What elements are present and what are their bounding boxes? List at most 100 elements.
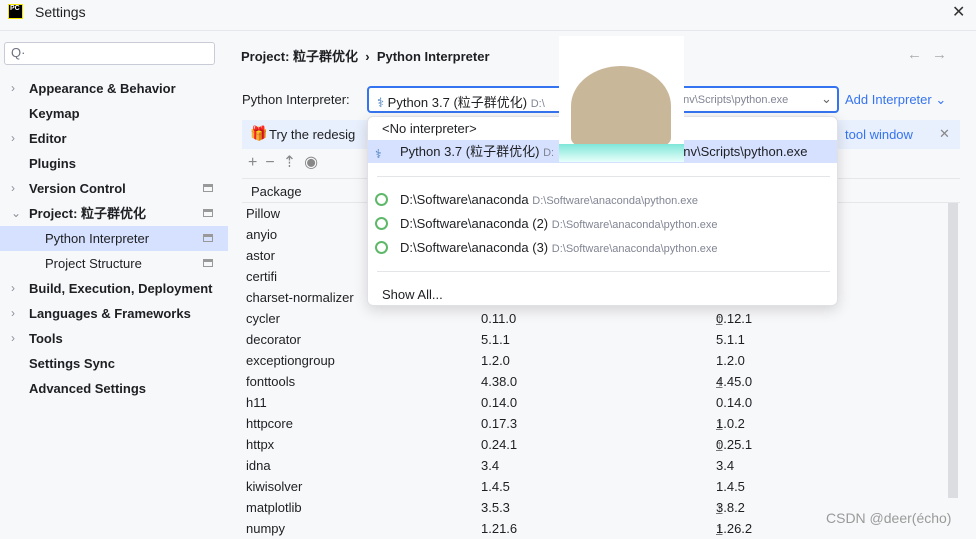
latest-version: 1.4.5 — [716, 479, 745, 494]
add-interpreter-label: Add Interpreter — [845, 92, 932, 107]
sidebar-item-label: Appearance & Behavior — [29, 81, 176, 96]
package-name: exceptiongroup — [246, 353, 335, 368]
close-icon[interactable]: ✕ — [952, 2, 965, 22]
settings-search-input[interactable]: Q· — [4, 42, 215, 65]
chevron-icon: › — [11, 306, 15, 320]
breadcrumb: Project: 粒子群优化 › Python Interpreter — [241, 46, 490, 65]
package-name: anyio — [246, 227, 278, 242]
sidebar-item[interactable]: Settings Sync — [0, 351, 228, 376]
remove-icon[interactable]: − — [265, 154, 282, 171]
project-scope-icon — [203, 209, 213, 217]
package-name: fonttools — [246, 374, 296, 389]
show-all-option[interactable]: Show All... — [368, 283, 837, 306]
sidebar-item[interactable]: › Version Control — [0, 176, 228, 201]
package-name: charset-normalizer — [246, 290, 354, 305]
latest-version: 3.4 — [716, 458, 735, 473]
project-scope-icon — [203, 184, 213, 192]
table-row[interactable]: fonttools 4.38.0 ↑ 4.45.0 — [242, 371, 960, 392]
loading-ring-icon — [375, 217, 388, 230]
sidebar-item-label: Tools — [29, 331, 63, 346]
latest-version: 4.45.0 — [716, 374, 753, 389]
option-path: D:\Software\anaconda\python.exe — [551, 243, 718, 255]
latest-version: 0.14.0 — [716, 395, 753, 410]
upgrade-icon[interactable]: ⇡ — [283, 154, 304, 171]
add-interpreter-button[interactable]: Add Interpreter ⌄ — [845, 92, 946, 108]
sidebar-item-label: Build, Execution, Deployment — [29, 281, 213, 296]
table-row[interactable]: exceptiongroup 1.2.0 1.2.0 — [242, 350, 960, 371]
divider — [377, 176, 830, 177]
sidebar-item[interactable]: › Editor — [0, 126, 228, 151]
add-icon[interactable]: + — [248, 154, 265, 171]
sidebar-item[interactable]: › Languages & Frameworks — [0, 301, 228, 326]
table-row[interactable]: cycler 0.11.0 ↑ 0.12.1 — [242, 308, 960, 329]
sidebar-item-label: Project: 粒子群优化 — [29, 206, 147, 221]
table-row[interactable]: decorator 5.1.1 5.1.1 — [242, 329, 960, 350]
project-scope-icon — [203, 234, 213, 242]
sidebar-item-label: Advanced Settings — [29, 381, 147, 396]
latest-version: 0.12.1 — [716, 311, 753, 326]
sidebar-item-label: Keymap — [29, 106, 80, 121]
table-row[interactable]: idna 3.4 3.4 — [242, 455, 960, 476]
latest-version: 0.25.1 — [716, 437, 753, 452]
interpreter-label: Python Interpreter: — [242, 92, 350, 107]
watermark: CSDN @deer(écho) — [826, 510, 952, 526]
interpreter-option[interactable]: D:\Software\anaconda D:\Software\anacond… — [368, 188, 837, 211]
back-forward-icons[interactable]: ←→ — [907, 46, 957, 63]
title-bar: PC Settings ✕ — [0, 0, 976, 31]
option-name: D:\Software\anaconda — [400, 192, 529, 207]
close-icon[interactable]: ✕ — [939, 126, 950, 142]
search-icon: Q· — [11, 45, 26, 60]
package-name: certifi — [246, 269, 278, 284]
window-title: Settings — [35, 4, 86, 20]
sidebar-item[interactable]: Project Structure — [0, 251, 228, 276]
table-row[interactable]: kiwisolver 1.4.5 1.4.5 — [242, 476, 960, 497]
sidebar-item[interactable]: Advanced Settings — [0, 376, 228, 401]
table-row[interactable]: httpcore 0.17.3 ↑ 1.0.2 — [242, 413, 960, 434]
package-version: 3.5.3 — [481, 500, 510, 515]
package-name: kiwisolver — [246, 479, 303, 494]
table-row[interactable]: h11 0.14.0 0.14.0 — [242, 392, 960, 413]
interpreter-option[interactable]: D:\Software\anaconda (3) D:\Software\ana… — [368, 236, 837, 259]
package-version: 0.14.0 — [481, 395, 518, 410]
sidebar-item[interactable]: › Tools — [0, 326, 228, 351]
package-name: astor — [246, 248, 275, 263]
latest-version: 1.0.2 — [716, 416, 745, 431]
breadcrumb-separator: › — [365, 49, 370, 64]
banner-text: Try the redesig — [269, 127, 356, 142]
chevron-down-icon: ⌄ — [821, 91, 832, 106]
package-name: Pillow — [246, 206, 280, 221]
package-version: 0.17.3 — [481, 416, 518, 431]
banner-link[interactable]: tool window — [845, 127, 913, 142]
divider — [377, 271, 830, 272]
gift-icon: 🎁 — [250, 125, 268, 141]
eye-icon[interactable]: ◉ — [304, 154, 326, 171]
sidebar-item[interactable]: › Appearance & Behavior — [0, 76, 228, 101]
option-path-end: env\Scripts\python.exe — [676, 144, 808, 159]
breadcrumb-page: Python Interpreter — [376, 49, 490, 64]
option-path: D: — [543, 147, 555, 159]
scrollbar[interactable] — [948, 203, 958, 498]
interpreter-option[interactable]: D:\Software\anaconda (2) D:\Software\ana… — [368, 212, 837, 235]
sidebar-item[interactable]: ⌄ Project: 粒子群优化 — [0, 201, 228, 226]
breadcrumb-project[interactable]: Project: 粒子群优化 — [241, 49, 358, 64]
sidebar-item-label: Python Interpreter — [45, 231, 150, 246]
package-version: 1.4.5 — [481, 479, 510, 494]
option-path: D:\Software\anaconda\python.exe — [532, 195, 698, 207]
table-row[interactable]: httpx 0.24.1 ↑ 0.25.1 — [242, 434, 960, 455]
sidebar-item[interactable]: Python Interpreter — [0, 226, 228, 251]
sidebar-item-label: Settings Sync — [29, 356, 115, 371]
sidebar-item-label: Plugins — [29, 156, 76, 171]
package-name: matplotlib — [246, 500, 302, 515]
loading-ring-icon — [375, 241, 388, 254]
loading-ring-icon — [375, 193, 388, 206]
sidebar-item[interactable]: Keymap — [0, 101, 228, 126]
sidebar-item-label: Languages & Frameworks — [29, 306, 191, 321]
package-name: httpcore — [246, 416, 293, 431]
package-version: 1.2.0 — [481, 353, 510, 368]
sidebar-item[interactable]: › Build, Execution, Deployment — [0, 276, 228, 301]
option-path: D:\Software\anaconda\python.exe — [551, 219, 718, 231]
package-name: cycler — [246, 311, 280, 326]
sidebar-item[interactable]: Plugins — [0, 151, 228, 176]
interpreter-path: D:\ — [530, 98, 545, 110]
chevron-icon: › — [11, 331, 15, 345]
